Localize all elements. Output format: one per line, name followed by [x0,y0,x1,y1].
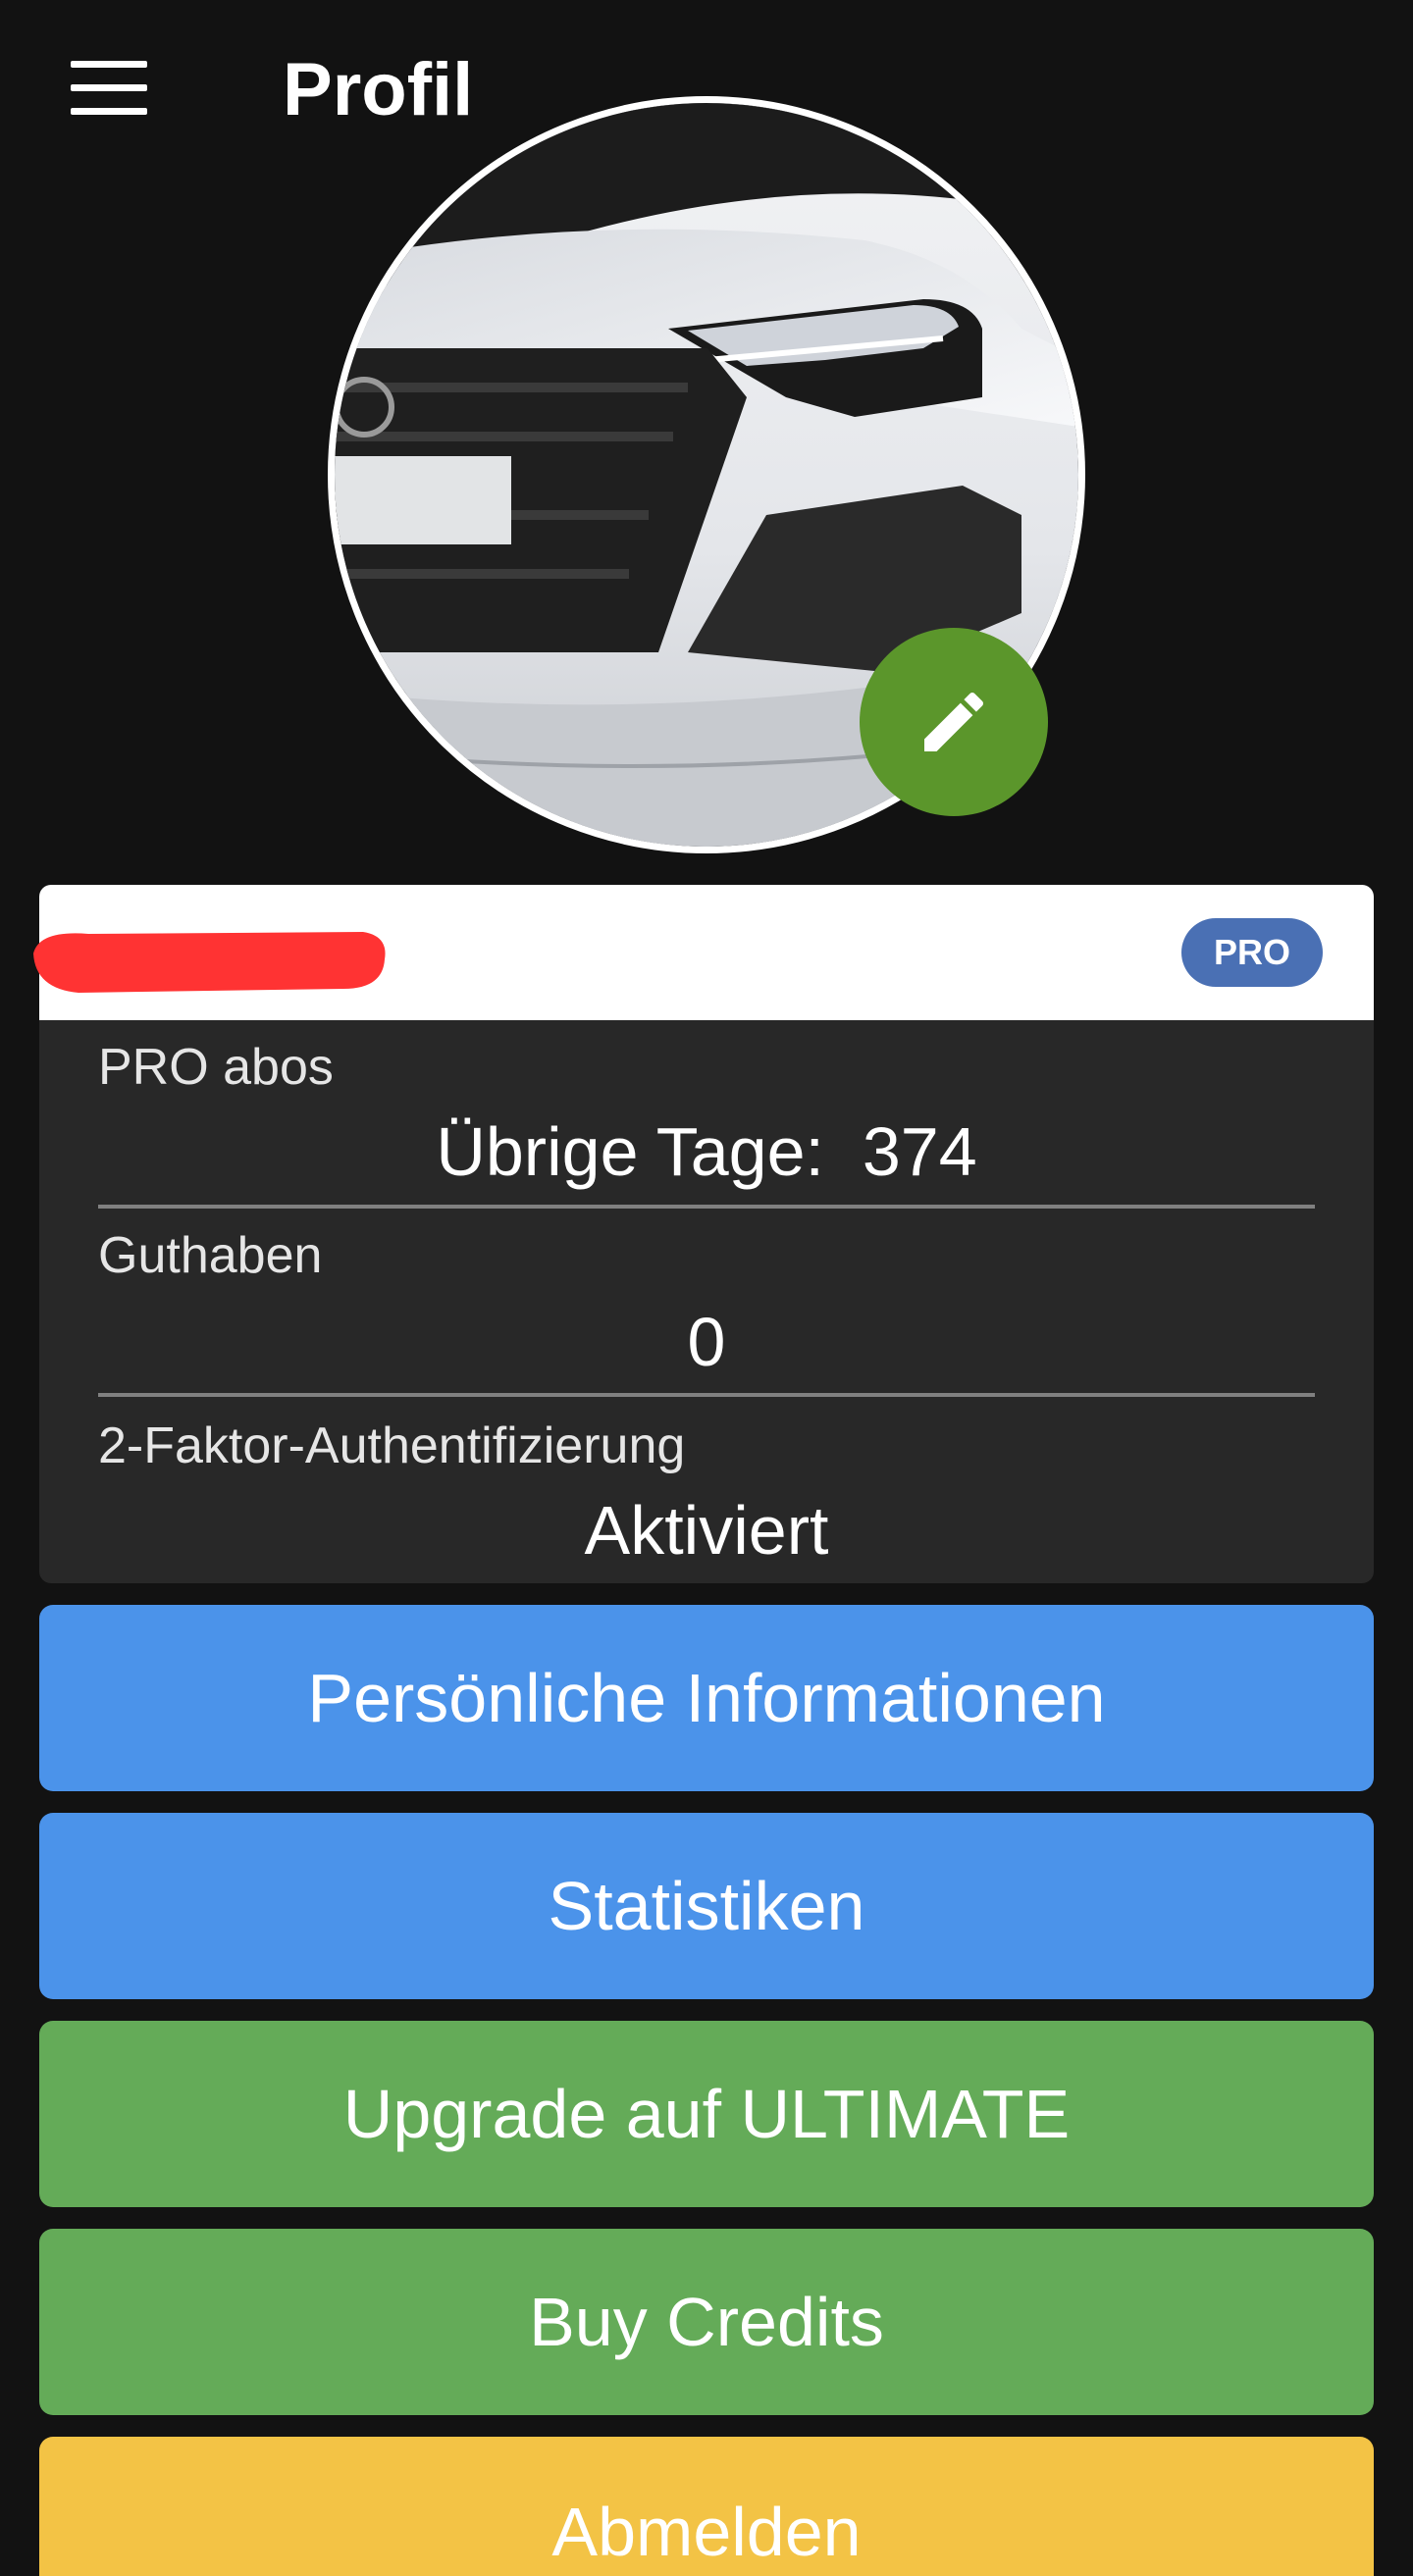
profile-page: Profil PRO PRO abos Übrige Tage: 374 Gut… [0,0,1413,2576]
subscription-label: PRO abos [98,1039,334,1096]
edit-avatar-button[interactable] [860,628,1048,816]
twofa-status-value: Aktiviert [584,1492,829,1569]
divider [98,1393,1315,1397]
pencil-icon [924,692,984,751]
redacted-username [33,932,386,993]
personal-info-button[interactable]: Persönliche Informationen [39,1605,1374,1791]
remaining-days-value: Übrige Tage: 374 [436,1113,977,1190]
upgrade-ultimate-button[interactable]: Upgrade auf ULTIMATE [39,2021,1374,2207]
divider [98,1205,1315,1209]
statistics-button[interactable]: Statistiken [39,1813,1374,1999]
pro-badge: PRO [1181,918,1323,987]
hamburger-menu-icon[interactable] [71,61,147,116]
twofa-label: 2-Faktor-Authentifizierung [98,1417,686,1474]
credit-label: Guthaben [98,1227,323,1284]
logout-button[interactable]: Abmelden [39,2437,1374,2576]
credit-value: 0 [687,1304,726,1380]
page-title: Profil [283,48,474,131]
logout-button-label: Abmelden [551,2494,862,2570]
buy-credits-button[interactable]: Buy Credits [39,2229,1374,2415]
